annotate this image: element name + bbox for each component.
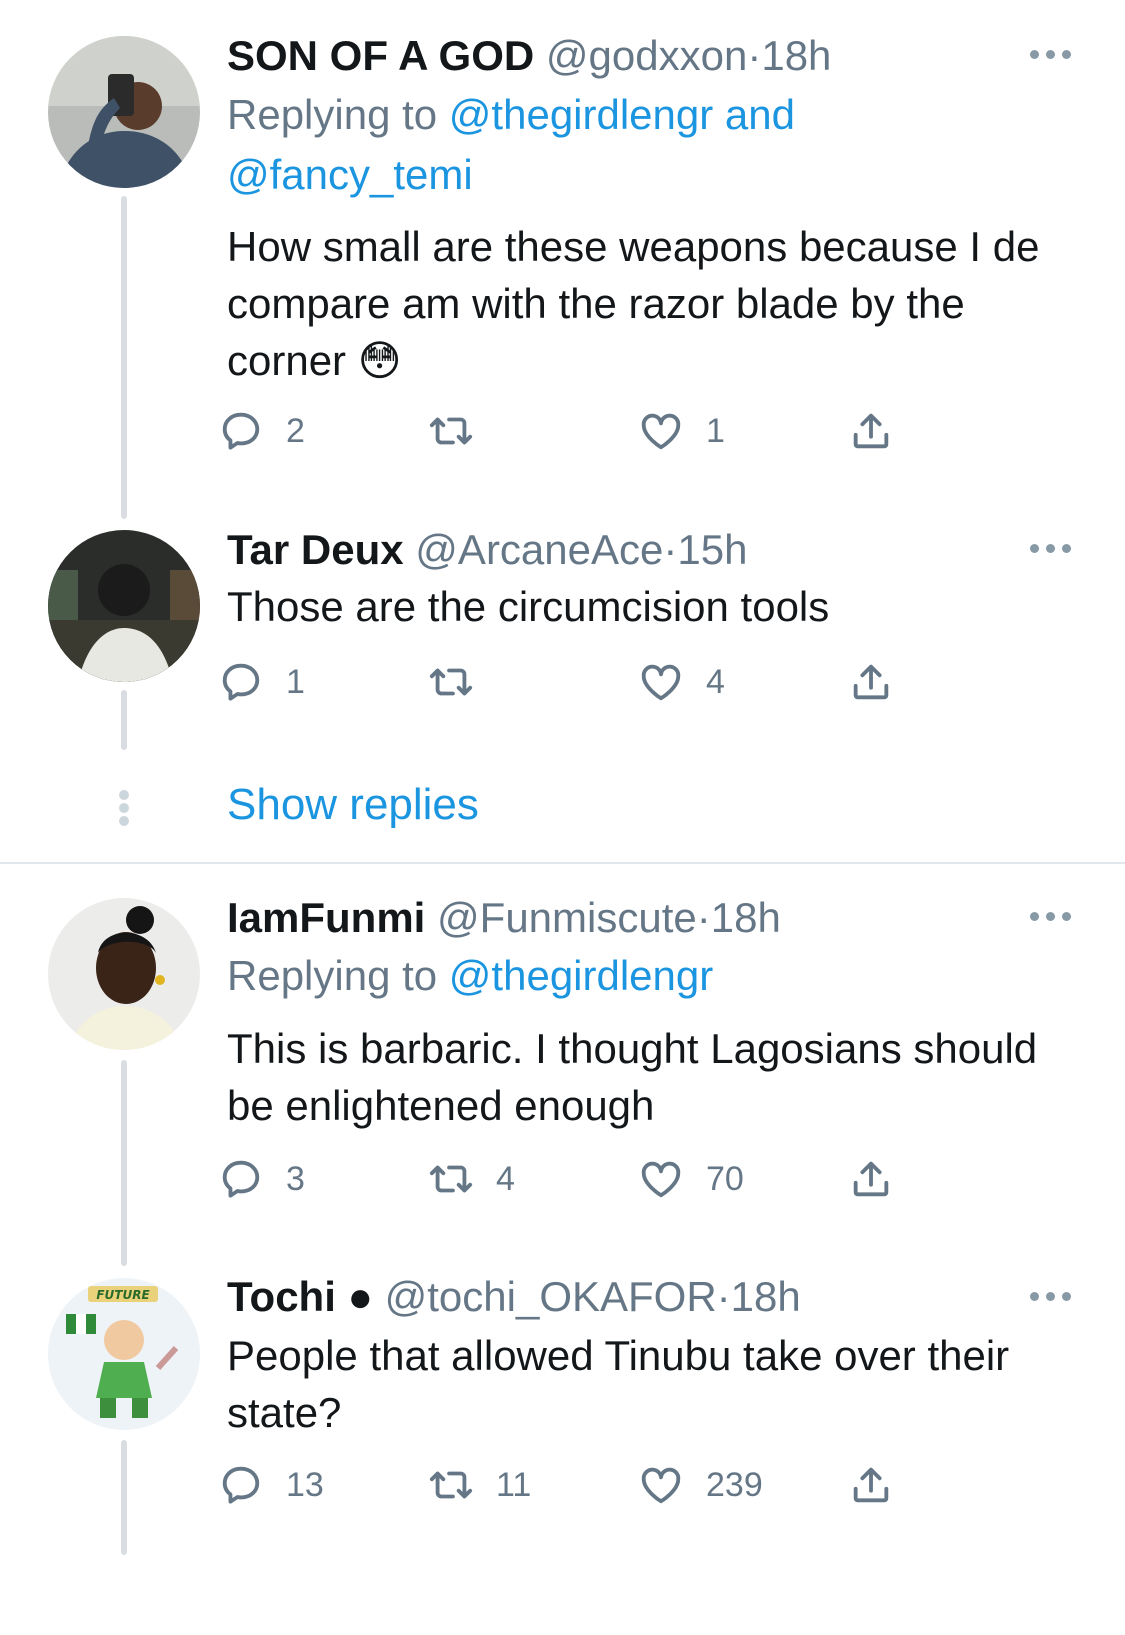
more-icon[interactable] bbox=[1030, 910, 1076, 924]
reply-icon bbox=[222, 663, 260, 701]
separator-dot: · bbox=[747, 32, 762, 79]
avatar-logo-text: FUTURE bbox=[96, 1288, 150, 1302]
tweet-header: Tar Deux @ArcaneAce·15h bbox=[227, 525, 747, 575]
avatar[interactable] bbox=[48, 36, 200, 188]
heart-icon bbox=[641, 664, 681, 701]
like-count: 4 bbox=[706, 662, 725, 701]
avatar[interactable] bbox=[48, 898, 200, 1050]
retweet-icon bbox=[429, 668, 473, 696]
like-button[interactable]: 239 bbox=[638, 1461, 763, 1509]
separator-dot: · bbox=[716, 1273, 731, 1320]
heart-icon bbox=[641, 1161, 681, 1198]
reply-icon bbox=[222, 1466, 260, 1504]
more-icon[interactable] bbox=[1030, 1290, 1076, 1304]
retweet-button[interactable]: 4 bbox=[428, 1155, 515, 1203]
like-button[interactable]: 4 bbox=[638, 658, 725, 706]
separator-dot: · bbox=[696, 894, 711, 941]
display-name[interactable]: IamFunmi bbox=[227, 894, 425, 941]
thread-line bbox=[121, 1060, 127, 1266]
tweet-text: How small are these weapons because I de… bbox=[227, 223, 1040, 384]
reply-button[interactable]: 1 bbox=[218, 658, 305, 706]
reply-count: 1 bbox=[286, 662, 305, 701]
more-icon[interactable] bbox=[1030, 48, 1076, 62]
like-count: 70 bbox=[706, 1159, 744, 1198]
user-handle[interactable]: @tochi_OKAFOR bbox=[385, 1273, 717, 1320]
show-replies-link[interactable]: Show replies bbox=[227, 780, 479, 830]
tweet-header: Tochi ● @tochi_OKAFOR·18h bbox=[227, 1272, 801, 1322]
reply-button[interactable]: 13 bbox=[218, 1461, 324, 1509]
user-handle[interactable]: @ArcaneAce bbox=[415, 526, 663, 573]
display-name[interactable]: SON OF A GOD bbox=[227, 32, 534, 79]
retweet-icon bbox=[429, 1165, 473, 1193]
timestamp[interactable]: 18h bbox=[761, 32, 831, 79]
replying-to: Replying to @thegirdlengr and @fancy_tem… bbox=[227, 85, 1047, 205]
replying-prefix: Replying to bbox=[227, 952, 438, 999]
reply-button[interactable]: 3 bbox=[218, 1155, 305, 1203]
share-button[interactable] bbox=[848, 407, 894, 455]
heart-icon bbox=[641, 1467, 681, 1504]
retweet-button[interactable] bbox=[428, 407, 496, 455]
share-icon bbox=[853, 1161, 889, 1197]
avatar[interactable] bbox=[48, 530, 200, 682]
separator-dot: · bbox=[663, 526, 678, 573]
share-button[interactable] bbox=[848, 658, 894, 706]
share-icon bbox=[853, 1467, 889, 1503]
tweet-header: SON OF A GOD @godxxon·18h bbox=[227, 31, 831, 81]
thread-line bbox=[121, 690, 127, 750]
timestamp[interactable]: 15h bbox=[677, 526, 747, 573]
heart-icon bbox=[641, 413, 681, 450]
retweet-button[interactable] bbox=[428, 658, 496, 706]
retweet-icon bbox=[429, 1471, 473, 1499]
reply-count: 13 bbox=[286, 1465, 324, 1504]
replying-mentions[interactable]: @thegirdlengr bbox=[449, 952, 713, 999]
like-button[interactable]: 70 bbox=[638, 1155, 744, 1203]
status-badge: ● bbox=[347, 1273, 373, 1320]
retweet-icon bbox=[429, 417, 473, 445]
timestamp[interactable]: 18h bbox=[731, 1273, 801, 1320]
user-handle[interactable]: @godxxon bbox=[546, 32, 747, 79]
user-handle[interactable]: @Funmiscute bbox=[437, 894, 697, 941]
replying-to: Replying to @thegirdlengr bbox=[227, 946, 1047, 1006]
retweet-button[interactable]: 11 bbox=[428, 1461, 531, 1509]
reply-icon bbox=[222, 412, 260, 450]
thread-line bbox=[121, 196, 127, 519]
tweet-text: Those are the circumcision tools bbox=[227, 583, 830, 630]
share-button[interactable] bbox=[848, 1461, 894, 1509]
display-name[interactable]: Tochi bbox=[227, 1273, 336, 1320]
like-button[interactable]: 1 bbox=[638, 407, 725, 455]
share-button[interactable] bbox=[848, 1155, 894, 1203]
tweet-header: IamFunmi @Funmiscute·18h bbox=[227, 893, 781, 943]
share-icon bbox=[853, 413, 889, 449]
retweet-count: 11 bbox=[496, 1465, 532, 1504]
share-icon bbox=[853, 664, 889, 700]
tweet-text: People that allowed Tinubu take over the… bbox=[227, 1332, 1010, 1436]
reply-count: 3 bbox=[286, 1159, 305, 1198]
more-icon[interactable] bbox=[1030, 542, 1076, 556]
display-name[interactable]: Tar Deux bbox=[227, 526, 404, 573]
timestamp[interactable]: 18h bbox=[711, 894, 781, 941]
like-count: 239 bbox=[706, 1465, 763, 1504]
reply-icon bbox=[222, 1160, 260, 1198]
like-count: 1 bbox=[706, 411, 725, 450]
replying-prefix: Replying to bbox=[227, 91, 438, 138]
tweet-text: This is barbaric. I thought Lagosians sh… bbox=[227, 1025, 1038, 1129]
avatar[interactable]: FUTURE bbox=[48, 1278, 200, 1430]
reply-count: 2 bbox=[286, 411, 305, 450]
thread-line bbox=[121, 1440, 127, 1555]
reply-button[interactable]: 2 bbox=[218, 407, 305, 455]
divider bbox=[0, 862, 1125, 864]
retweet-count: 4 bbox=[496, 1159, 515, 1198]
